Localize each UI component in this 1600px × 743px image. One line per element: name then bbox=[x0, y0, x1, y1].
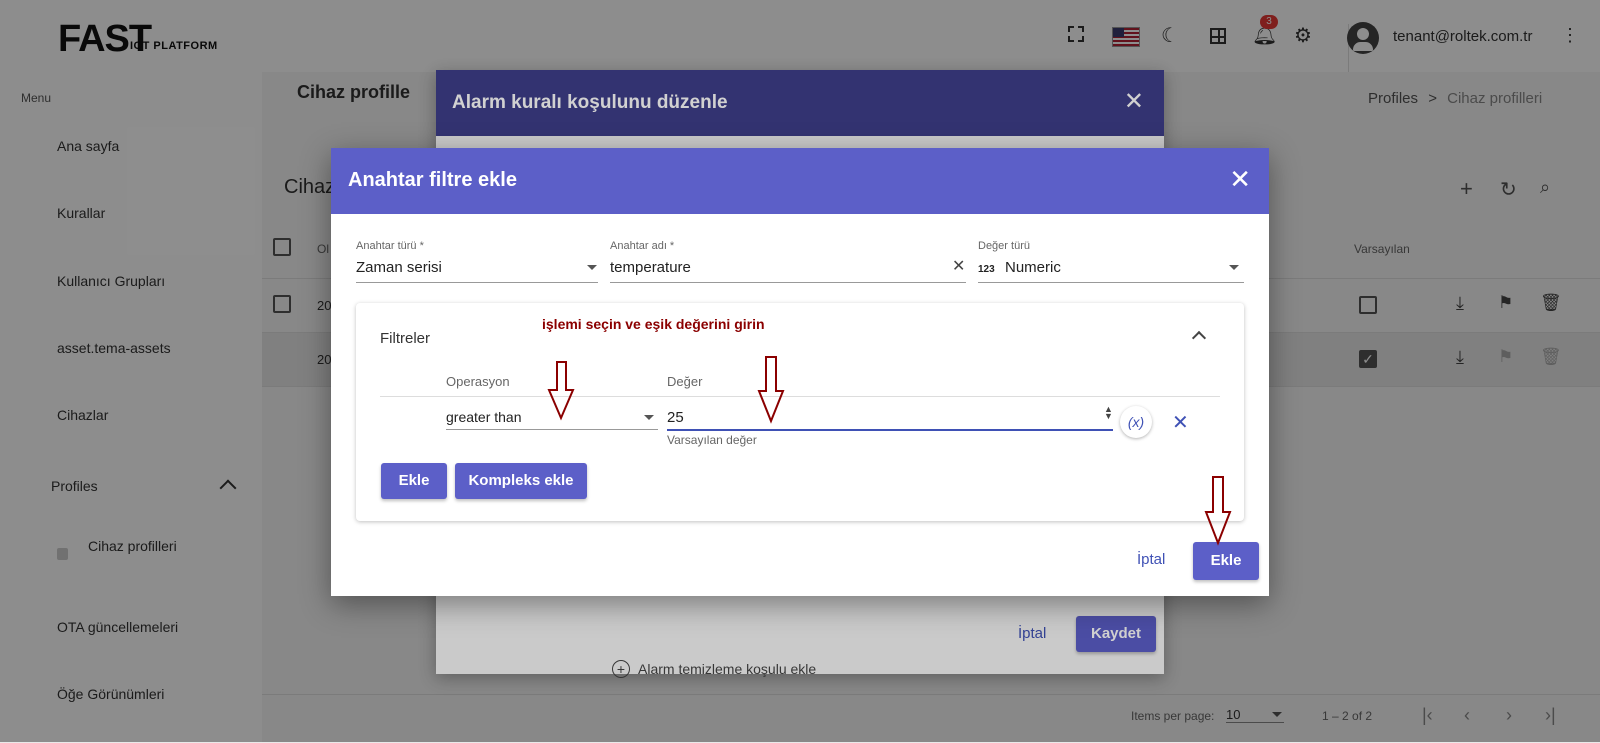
arrow-down-icon bbox=[1204, 476, 1232, 546]
arrow-down-icon bbox=[757, 356, 785, 424]
annotation-arrows bbox=[547, 356, 1232, 546]
arrow-down-icon bbox=[547, 361, 575, 421]
